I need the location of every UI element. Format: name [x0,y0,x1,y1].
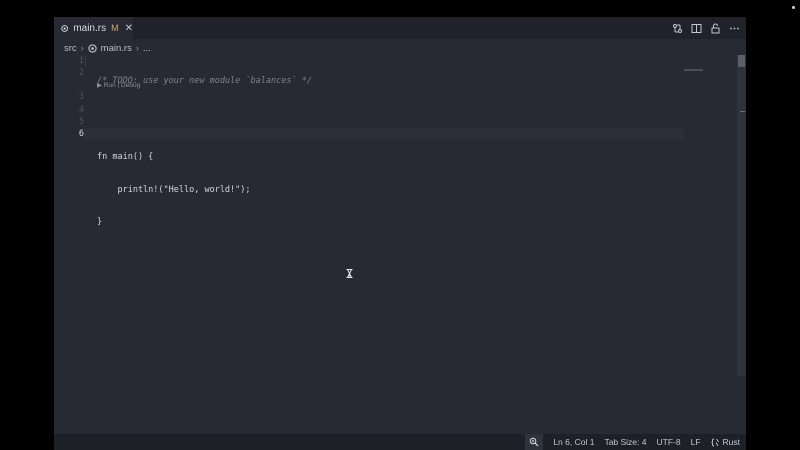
minimap-line [684,69,703,71]
status-bar: Ln 6, Col 1 Tab Size: 4 UTF-8 LF Rust [54,434,746,450]
minimap[interactable] [682,55,737,434]
cursor-position[interactable]: Ln 6, Col 1 [553,437,594,447]
line-number: 5 [78,116,84,127]
line-number: 3 [78,92,84,103]
editor-window: main.rs M ✕ src › main.rs › ... 1 2 3 4 … [54,17,746,450]
tab-label: main.rs [73,22,107,34]
code-editor[interactable]: 1 2 3 4 5 6 ▶ Run | Debug /* TODO: use y… [54,55,746,434]
compare-changes-icon[interactable] [672,23,683,34]
editor-actions [672,17,740,39]
code-line[interactable]: } [97,216,686,228]
more-actions-icon[interactable] [729,23,740,34]
chevron-right-icon: › [135,43,139,53]
encoding[interactable]: UTF-8 [657,437,681,447]
scrollbar-marker [740,111,745,112]
vertical-scrollbar[interactable] [737,55,746,376]
code-line[interactable]: /* TODO: use your new module `balances` … [97,75,686,87]
indent-guide [85,56,86,67]
code-line[interactable]: fn main() { [97,151,686,163]
rust-file-icon [61,24,69,32]
end-of-line[interactable]: LF [691,437,701,447]
hourglass-cursor-icon [346,269,353,278]
top-dot [792,6,795,9]
line-number: 2 [78,68,84,79]
language-label: Rust [722,437,740,447]
language-mode[interactable]: Rust [710,437,740,447]
modified-indicator: M [111,23,119,33]
code-line[interactable] [97,248,686,260]
braces-icon [710,438,719,446]
close-tab-icon[interactable]: ✕ [125,23,133,34]
code-line[interactable] [97,107,686,119]
status-items: Ln 6, Col 1 Tab Size: 4 UTF-8 LF Rust [525,434,740,450]
code-content[interactable]: /* TODO: use your new module `balances` … [97,55,686,280]
breadcrumb-file[interactable]: main.rs [101,43,132,54]
tab-bar: main.rs M ✕ [54,17,746,39]
breadcrumb: src › main.rs › ... [64,41,151,55]
chevron-right-icon: › [80,43,84,53]
line-number-gutter: 1 2 3 4 5 6 [54,55,84,140]
zoom-icon[interactable] [525,434,544,450]
code-line[interactable]: println!("Hello, world!"); [97,184,686,196]
breadcrumb-folder[interactable]: src [64,43,77,54]
split-editor-icon[interactable] [691,23,702,34]
tab-size[interactable]: Tab Size: 4 [604,437,646,447]
line-number: 4 [78,104,84,115]
scrollbar-thumb[interactable] [738,55,745,67]
breadcrumb-more[interactable]: ... [143,43,151,54]
line-number-active: 6 [78,128,84,139]
rust-file-icon [87,43,97,53]
lock-icon[interactable] [710,23,721,34]
line-number: 1 [78,56,84,66]
tab-main-rs[interactable]: main.rs M ✕ [54,17,133,39]
